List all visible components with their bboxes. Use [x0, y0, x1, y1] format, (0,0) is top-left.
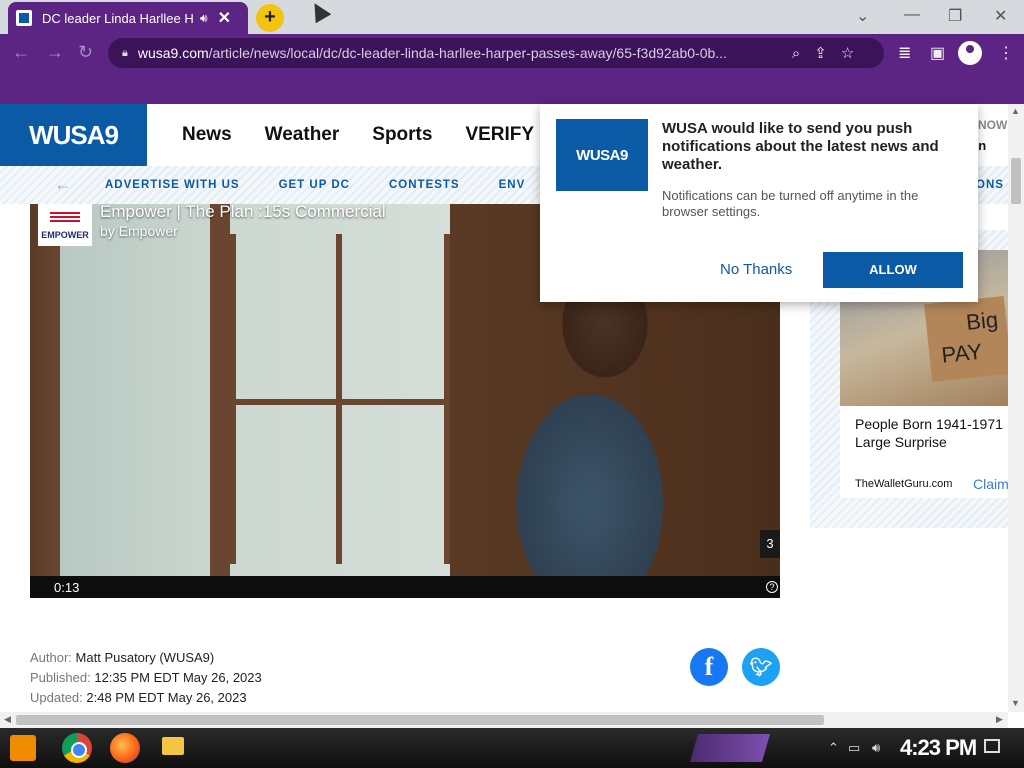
taskbar-decor: [690, 734, 770, 762]
subnav-item-get-up-dc[interactable]: GET UP DC: [279, 179, 350, 191]
tab-title: DC leader Linda Harllee Harper passes aw…: [42, 10, 194, 26]
push-logo: WUSA9: [556, 119, 648, 191]
nav-item-verify[interactable]: VERIFY: [465, 124, 534, 146]
os-taskbar: ⌃ ▭ 🔊︎ 4:23 PM: [0, 728, 1024, 768]
nav-item-sports[interactable]: Sports: [372, 124, 432, 146]
browser-toolbar: ← → ↻ 🔒︎ wusa9.com/article/news/local/dc…: [0, 34, 1024, 72]
horizontal-scroll-thumb[interactable]: [16, 715, 824, 725]
vertical-scrollbar[interactable]: ▲ ▼: [1008, 104, 1024, 712]
restore-icon[interactable]: ❐: [948, 6, 962, 26]
back-arrow-icon[interactable]: ←: [12, 42, 30, 63]
allow-button[interactable]: ALLOW: [823, 252, 963, 288]
video-title[interactable]: Empower | The Plan :15s Commercial: [100, 204, 386, 222]
article-byline: Author: Matt Pusatory (WUSA9) Published:…: [30, 650, 262, 710]
header-now-label[interactable]: NOW: [978, 118, 1007, 132]
author-name[interactable]: Matt Pusatory (WUSA9): [76, 650, 215, 665]
subnav-item-tail[interactable]: ONS: [976, 179, 1004, 191]
browser-tab[interactable]: DC leader Linda Harllee Harper passes aw…: [8, 2, 248, 34]
new-tab-button[interactable]: +: [256, 4, 284, 32]
file-explorer-icon[interactable]: [162, 737, 184, 755]
ad-claim-link[interactable]: Claim: [973, 476, 1008, 492]
twitter-share-icon[interactable]: 🐦︎: [742, 648, 780, 686]
ad-source: TheWalletGuru.com: [855, 478, 953, 490]
tray-chevron-icon[interactable]: ⌃: [828, 740, 839, 756]
nav-item-news[interactable]: News: [182, 124, 232, 146]
main-nav: News Weather Sports VERIFY: [182, 124, 567, 146]
browser-bottom-band: [0, 72, 1024, 104]
firefox-taskbar-icon[interactable]: [110, 733, 140, 763]
url-text[interactable]: wusa9.com/article/news/local/dc/dc-leade…: [138, 45, 778, 61]
chrome-taskbar-icon[interactable]: [62, 733, 92, 763]
volume-icon[interactable]: 🔊︎: [872, 740, 880, 756]
minimize-icon[interactable]: —: [904, 6, 920, 24]
vertical-scroll-thumb[interactable]: [1011, 158, 1021, 204]
start-button-icon[interactable]: [10, 735, 36, 761]
mouse-cursor-icon: [306, 0, 332, 24]
updated-line: Updated: 2:48 PM EDT May 26, 2023: [30, 690, 247, 705]
tab-search-chevron-icon[interactable]: ⌄: [856, 6, 869, 26]
profile-avatar-icon[interactable]: [958, 41, 982, 65]
tab-close-icon[interactable]: ✕: [218, 8, 231, 28]
forward-arrow-icon[interactable]: →: [46, 42, 64, 63]
ad-sign-decor: Big PAY: [924, 296, 1008, 382]
site-logo[interactable]: WUSA9: [0, 104, 147, 166]
subnav-back-arrow-icon[interactable]: ←: [54, 174, 72, 195]
video-time: 0:13: [54, 580, 80, 595]
lock-icon: 🔒︎: [122, 46, 128, 59]
ad-countdown: 3: [760, 530, 780, 558]
speaker-icon[interactable]: 🔊︎: [200, 11, 208, 26]
subnav-item-advertise[interactable]: ADVERTISE WITH US: [105, 179, 240, 191]
sponsor-logo[interactable]: EMPOWER: [38, 204, 92, 246]
bookmark-star-icon[interactable]: ☆: [841, 44, 854, 62]
side-panel-icon[interactable]: ▣: [930, 43, 945, 63]
facebook-share-icon[interactable]: f: [690, 648, 728, 686]
subnav-item-env[interactable]: ENV: [499, 179, 526, 191]
address-bar[interactable]: 🔒︎ wusa9.com/article/news/local/dc/dc-le…: [108, 38, 884, 68]
scroll-up-icon[interactable]: ▲: [1011, 106, 1020, 116]
site-favicon-icon: [16, 10, 32, 26]
horizontal-scrollbar[interactable]: ◀ ▶: [0, 712, 1008, 728]
notification-center-icon[interactable]: [984, 739, 1000, 753]
taskbar-clock[interactable]: 4:23 PM: [900, 735, 977, 761]
reload-icon[interactable]: ↻: [78, 42, 93, 63]
help-icon[interactable]: ?: [766, 581, 778, 593]
subnav-item-contests[interactable]: CONTESTS: [389, 179, 460, 191]
search-icon[interactable]: ⌕: [792, 45, 800, 62]
video-controls: 0:13 ?: [30, 576, 780, 598]
published-line: Published: 12:35 PM EDT May 26, 2023: [30, 670, 262, 685]
nav-item-weather[interactable]: Weather: [265, 124, 340, 146]
push-title: WUSA would like to send you push notific…: [662, 120, 939, 173]
scroll-down-icon[interactable]: ▼: [1011, 698, 1020, 708]
scroll-left-icon[interactable]: ◀: [4, 714, 11, 725]
no-thanks-button[interactable]: No Thanks: [720, 261, 792, 278]
push-body: Notifications can be turned off anytime …: [662, 188, 919, 219]
video-window-decor: [230, 234, 450, 564]
scroll-right-icon[interactable]: ▶: [996, 714, 1003, 725]
push-notification-dialog: WUSA9 WUSA would like to send you push n…: [540, 104, 978, 302]
reading-list-icon[interactable]: ≣: [898, 43, 911, 63]
menu-kebab-icon[interactable]: ⋮: [998, 43, 1014, 63]
ad-headline[interactable]: People Born 1941-1971 Large Surprise: [855, 415, 1008, 451]
network-icon[interactable]: ▭: [848, 740, 860, 756]
browser-tabstrip: DC leader Linda Harllee Harper passes aw…: [0, 0, 1024, 34]
window-close-icon[interactable]: ✕: [994, 6, 1007, 26]
share-icon[interactable]: ⇪: [814, 44, 827, 62]
video-byline: by Empower: [100, 223, 178, 239]
author-line: Author: Matt Pusatory (WUSA9): [30, 650, 215, 665]
